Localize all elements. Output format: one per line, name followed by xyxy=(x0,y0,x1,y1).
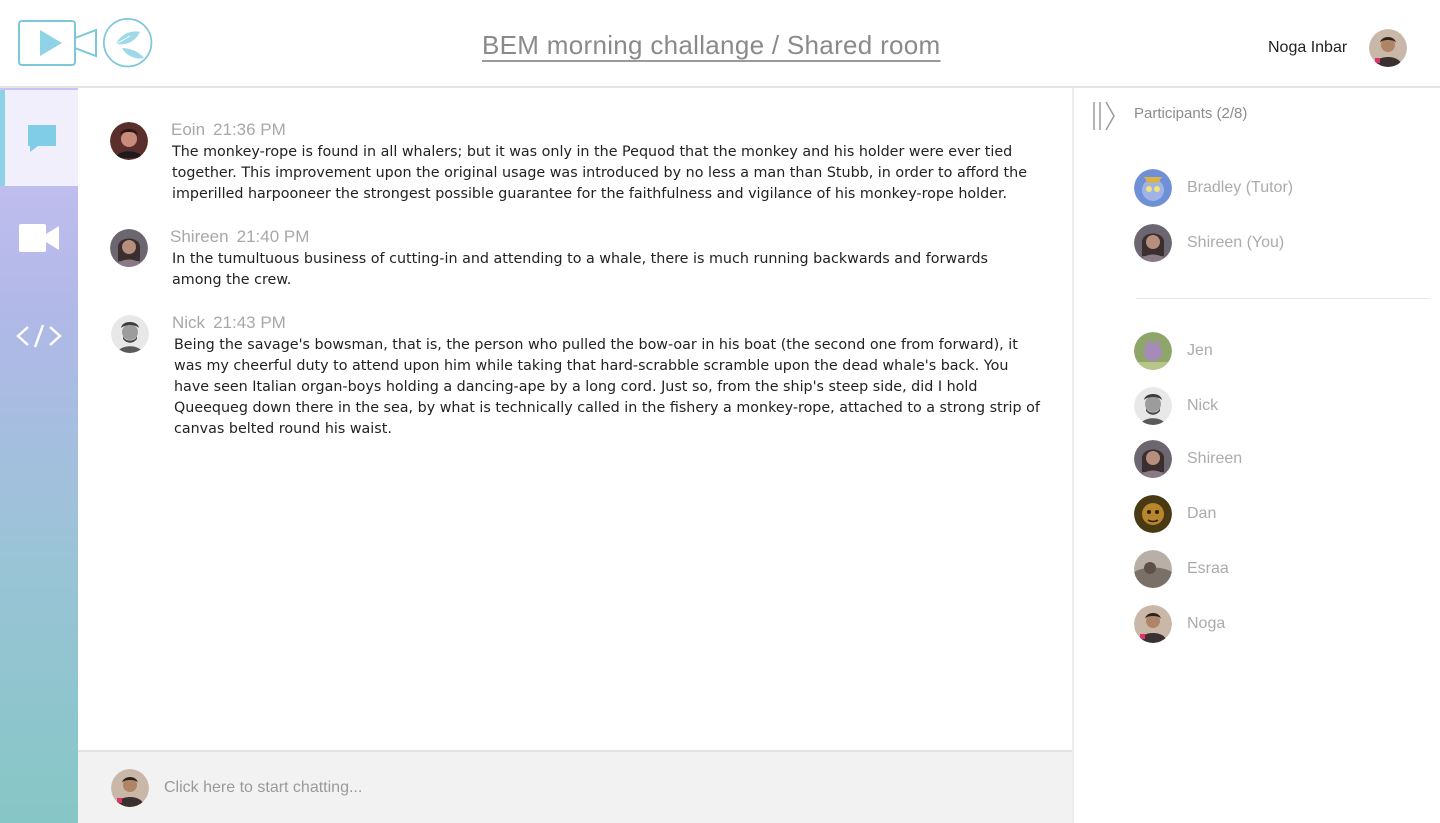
sidebar-item-chat[interactable] xyxy=(0,90,78,186)
participants-divider xyxy=(1136,298,1430,299)
chat-composer xyxy=(78,750,1072,823)
shireen-avatar-icon xyxy=(1134,224,1172,262)
composer-user-avatar-icon xyxy=(111,769,149,807)
participant-item[interactable]: Noga xyxy=(1134,604,1225,644)
participant-item[interactable]: Esraa xyxy=(1134,549,1229,589)
participants-title: Participants (2/8) xyxy=(1134,105,1248,122)
participant-item[interactable]: Dan xyxy=(1134,494,1216,534)
nick-avatar-icon xyxy=(1134,387,1172,425)
noga-avatar-icon xyxy=(1134,605,1172,643)
participant-item[interactable]: Jen xyxy=(1134,331,1213,371)
participants-panel: Participants (2/8) Bradley (Tutor) Shire… xyxy=(1072,88,1440,823)
message-header: Eoin 21:36 PM xyxy=(171,120,286,140)
nick-avatar-icon[interactable] xyxy=(111,315,149,353)
sidebar-item-code[interactable] xyxy=(0,288,78,384)
message-header: Shireen 21:40 PM xyxy=(170,227,309,247)
left-nav-sidebar xyxy=(0,88,78,823)
participant-name: Nick xyxy=(1187,397,1219,414)
participant-name: Shireen xyxy=(1187,450,1243,467)
room-title-link[interactable]: BEM morning challange / Shared room xyxy=(482,30,941,61)
jen-avatar-icon xyxy=(1134,332,1172,370)
eoin-avatar-icon[interactable] xyxy=(110,122,148,160)
message-time: 21:40 PM xyxy=(236,227,310,246)
code-icon xyxy=(16,324,62,348)
app-logo[interactable] xyxy=(18,18,160,70)
dan-avatar-icon xyxy=(1134,495,1172,533)
participant-name: Shireen (You) xyxy=(1187,234,1285,251)
message-time: 21:36 PM xyxy=(213,120,286,139)
bradley-avatar-icon xyxy=(1134,169,1172,207)
participant-name: Bradley (Tutor) xyxy=(1187,179,1294,196)
chat-bubble-icon xyxy=(27,125,56,152)
video-camera-icon xyxy=(19,224,59,252)
message-header: Nick 21:43 PM xyxy=(172,313,286,333)
message-author[interactable]: Nick xyxy=(172,313,205,332)
message-text: Being the savage's bowsman, that is, the… xyxy=(174,337,1040,437)
participant-name: Esraa xyxy=(1187,560,1229,577)
top-header: BEM morning challange / Shared room Noga… xyxy=(0,0,1440,88)
shireen-avatar-icon xyxy=(1134,440,1172,478)
message-author[interactable]: Shireen xyxy=(170,227,229,246)
shireen-avatar-icon[interactable] xyxy=(110,229,148,267)
collapse-panel-icon[interactable] xyxy=(1092,100,1116,132)
esraa-avatar-icon xyxy=(1134,550,1172,588)
chat-main-area: Eoin 21:36 PM The monkey-rope is found in… xyxy=(78,88,1072,823)
participant-name: Dan xyxy=(1187,505,1217,522)
current-user-avatar[interactable] xyxy=(1369,29,1407,67)
participant-name: Noga xyxy=(1187,615,1226,632)
participant-item[interactable]: Nick xyxy=(1134,386,1218,426)
message-time: 21:43 PM xyxy=(213,313,286,332)
user-photo-avatar-icon xyxy=(1369,29,1407,67)
participant-item[interactable]: Bradley (Tutor) xyxy=(1134,168,1293,208)
participant-item[interactable]: Shireen xyxy=(1134,439,1242,479)
sidebar-item-video[interactable] xyxy=(0,190,78,286)
chat-message-input[interactable] xyxy=(164,774,1024,802)
message-text: The monkey-rope is found in all whalers;… xyxy=(172,144,1028,202)
camera-leaf-logo-icon xyxy=(18,18,153,68)
current-user-name[interactable]: Noga Inbar xyxy=(1268,39,1347,57)
participant-item[interactable]: Shireen (You) xyxy=(1134,223,1284,263)
participant-name: Jen xyxy=(1187,342,1213,359)
message-text: In the tumultuous business of cutting-in… xyxy=(172,251,988,288)
message-author[interactable]: Eoin xyxy=(171,120,205,139)
